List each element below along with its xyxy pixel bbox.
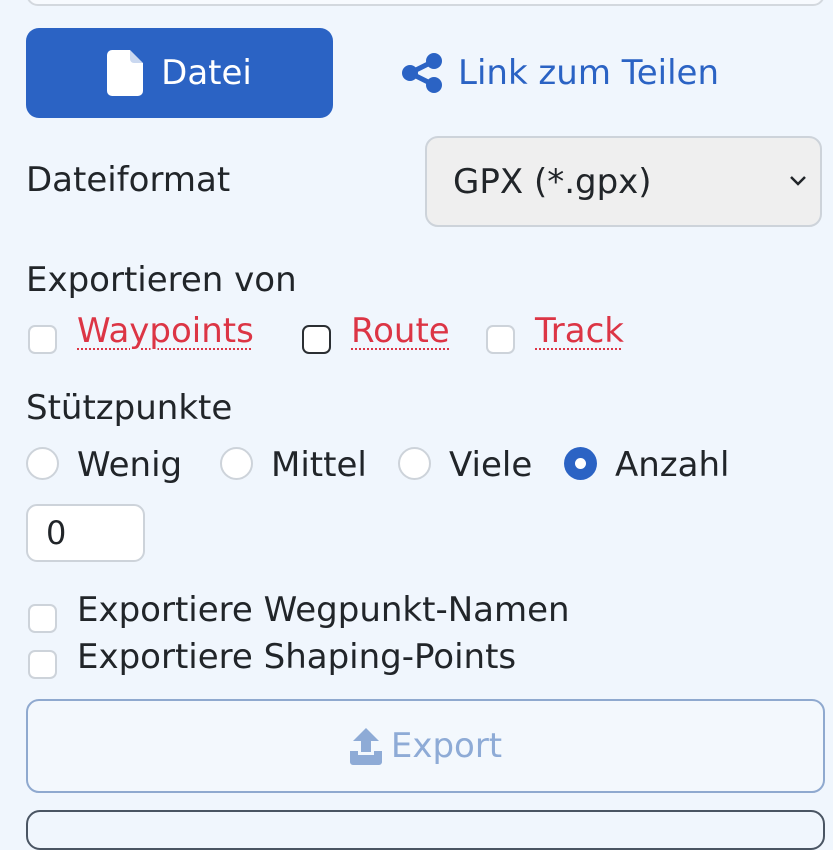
waypoints-checkbox[interactable]	[28, 325, 57, 354]
format-selected-value: GPX (*.gpx)	[453, 161, 652, 202]
export-button-label: Export	[390, 726, 503, 766]
support-points-label: Stützpunkte	[26, 388, 233, 428]
track-label[interactable]: Track	[535, 311, 624, 351]
route-checkbox[interactable]	[302, 325, 331, 354]
share-link-button[interactable]: Link zum Teilen	[400, 28, 780, 118]
radio-mittel-label: Mittel	[271, 445, 367, 485]
share-icon	[402, 53, 442, 93]
count-input[interactable]: 0	[26, 504, 145, 562]
format-label: Dateiformat	[26, 160, 231, 200]
chevron-down-icon	[790, 176, 806, 186]
file-icon	[107, 50, 144, 96]
next-panel-edge	[26, 810, 825, 850]
waypoint-names-checkbox[interactable]	[28, 604, 57, 633]
track-checkbox[interactable]	[486, 325, 515, 354]
radio-mittel[interactable]	[220, 447, 253, 480]
previous-panel-edge	[26, 0, 825, 6]
export-button[interactable]: Export	[26, 699, 825, 793]
radio-anzahl-label: Anzahl	[615, 445, 730, 485]
upload-icon	[349, 728, 382, 765]
export-of-label: Exportieren von	[26, 260, 297, 300]
radio-anzahl[interactable]	[564, 447, 597, 480]
file-button[interactable]: Datei	[26, 28, 333, 118]
radio-viele[interactable]	[398, 447, 431, 480]
shaping-points-checkbox[interactable]	[28, 650, 57, 679]
shaping-points-label: Exportiere Shaping-Points	[77, 637, 517, 677]
share-link-label: Link zum Teilen	[458, 53, 720, 93]
file-button-label: Datei	[161, 53, 252, 93]
radio-wenig[interactable]	[26, 447, 59, 480]
waypoints-label[interactable]: Waypoints	[77, 311, 254, 351]
waypoint-names-label: Exportiere Wegpunkt-Namen	[77, 590, 570, 630]
radio-wenig-label: Wenig	[77, 445, 183, 485]
radio-viele-label: Viele	[449, 445, 533, 485]
format-select[interactable]: GPX (*.gpx)	[425, 136, 822, 227]
route-label[interactable]: Route	[351, 311, 450, 351]
